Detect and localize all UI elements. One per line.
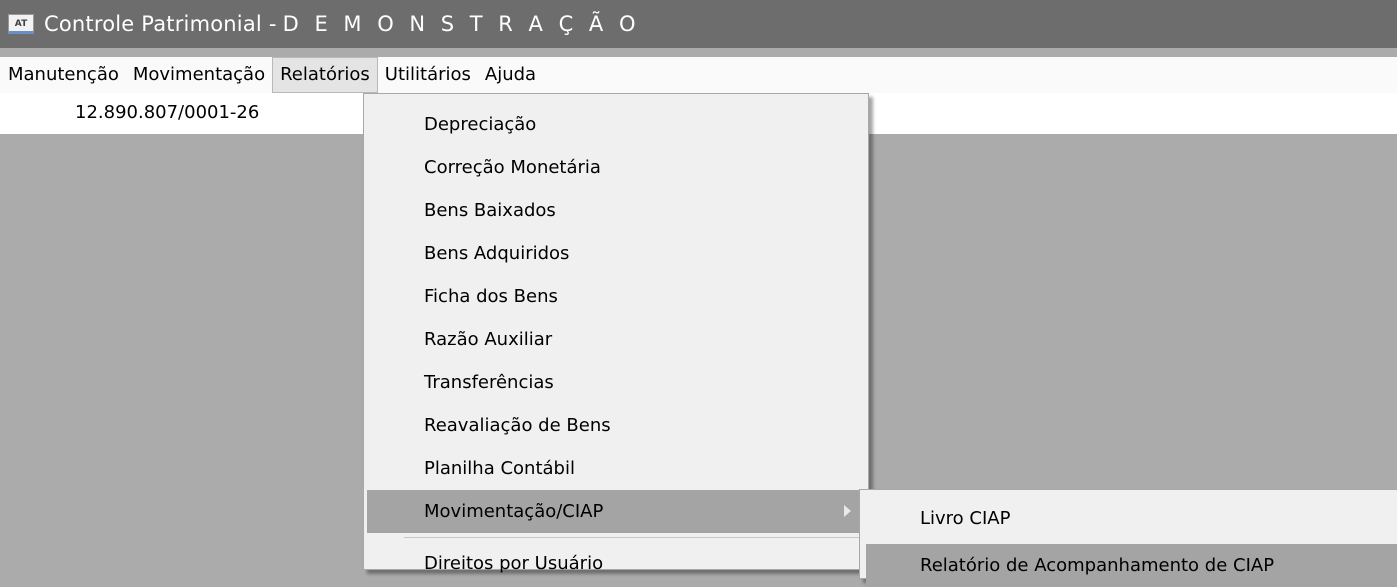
menu-item-reavaliacao-de-bens[interactable]: Reavaliação de Bens [364, 404, 868, 447]
relatorios-dropdown: Depreciação Correção Monetária Bens Baix… [363, 93, 869, 574]
menu-ajuda[interactable]: Ajuda [478, 57, 543, 93]
menu-item-depreciacao[interactable]: Depreciação [364, 103, 868, 146]
submenu-arrow-icon [844, 505, 851, 517]
menu-item-movimentacao-ciap[interactable]: Movimentação/CIAP [367, 490, 865, 533]
menu-bar: Manutenção Movimentação Relatórios Utili… [0, 57, 1397, 93]
menu-manutencao[interactable]: Manutenção [0, 57, 126, 93]
app-icon: AT [8, 14, 34, 34]
company-cnpj: 12.890.807/0001-26 [75, 102, 260, 123]
menu-item-razao-auxiliar[interactable]: Razão Auxiliar [364, 318, 868, 361]
menu-item-movimentacao-ciap-label: Movimentação/CIAP [424, 501, 604, 522]
window-title: Controle Patrimonial - [44, 12, 277, 36]
menu-item-transferencias[interactable]: Transferências [364, 361, 868, 404]
menu-item-direitos-por-usuario[interactable]: Direitos por Usuário [364, 542, 868, 585]
menu-utilitarios[interactable]: Utilitários [378, 57, 478, 93]
menu-item-bens-baixados[interactable]: Bens Baixados [364, 189, 868, 232]
menu-item-ficha-dos-bens[interactable]: Ficha dos Bens [364, 275, 868, 318]
submenu-item-relatorio-acompanhamento-ciap[interactable]: Relatório de Acompanhamento de CIAP [866, 544, 1397, 587]
window-title-mode: D E M O N S T R A Ç Ã O [282, 12, 641, 36]
submenu-item-livro-ciap[interactable]: Livro CIAP [860, 497, 1397, 540]
ciap-submenu: Livro CIAP Relatório de Acompanhamento d… [859, 489, 1397, 587]
menu-item-correcao-monetaria[interactable]: Correção Monetária [364, 146, 868, 189]
menu-relatorios[interactable]: Relatórios [272, 57, 378, 93]
menu-movimentacao[interactable]: Movimentação [126, 57, 272, 93]
title-bar: AT Controle Patrimonial - D E M O N S T … [0, 0, 1397, 48]
menu-separator [404, 537, 865, 538]
menu-item-bens-adquiridos[interactable]: Bens Adquiridos [364, 232, 868, 275]
menu-item-planilha-contabil[interactable]: Planilha Contábil [364, 447, 868, 490]
